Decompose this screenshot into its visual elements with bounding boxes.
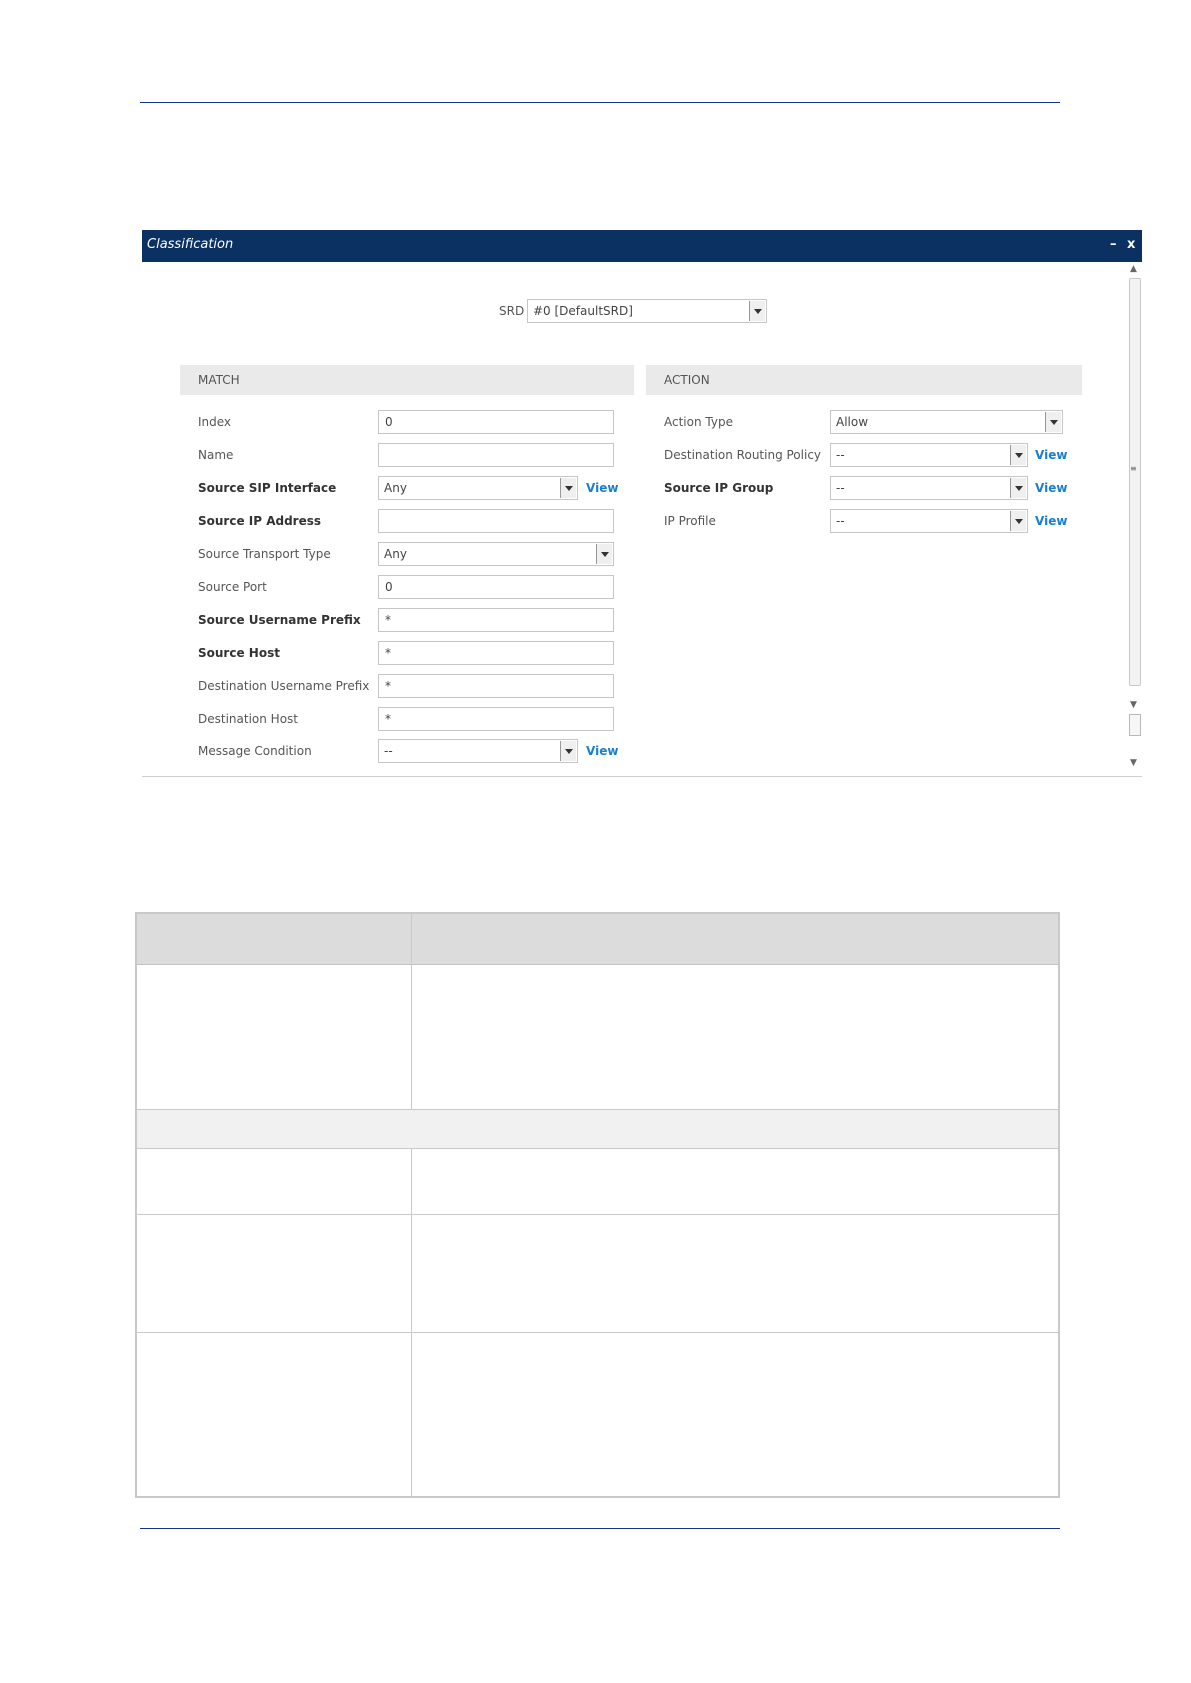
message-condition-value: -- (384, 744, 393, 758)
source-port-field[interactable] (378, 575, 614, 599)
dialog-titlebar: Classification – x (142, 230, 1142, 262)
action-type-select[interactable]: Allow (830, 410, 1063, 434)
source-transport-type-value: Any (384, 547, 407, 561)
destination-username-prefix-field[interactable] (378, 674, 614, 698)
table-header-row (137, 914, 1058, 965)
source-sip-interface-select[interactable]: Any (378, 476, 578, 500)
secondary-scroll-thumb[interactable] (1129, 714, 1141, 736)
footer-rule (140, 1528, 1060, 1529)
header-rule (140, 102, 1060, 103)
destination-routing-policy-value: -- (836, 448, 845, 462)
ip-profile-label: IP Profile (664, 514, 716, 528)
match-header-label: MATCH (198, 373, 240, 387)
destination-routing-policy-view-link[interactable]: View (1035, 448, 1067, 462)
action-section-header: ACTION (646, 365, 1082, 395)
close-button[interactable]: x (1127, 237, 1135, 252)
match-section-header: MATCH (180, 365, 634, 395)
action-type-label: Action Type (664, 415, 733, 429)
description-table (135, 912, 1060, 1498)
source-ip-group-value: -- (836, 481, 845, 495)
source-ip-group-label: Source IP Group (664, 481, 774, 495)
ip-profile-view-link[interactable]: View (1035, 514, 1067, 528)
chevron-down-icon[interactable] (560, 741, 576, 761)
source-ip-address-label: Source IP Address (198, 514, 322, 528)
chevron-down-icon[interactable] (1010, 478, 1026, 498)
destination-routing-policy-select[interactable]: -- (830, 443, 1028, 467)
name-field[interactable] (378, 443, 614, 467)
message-condition-label: Message Condition (198, 744, 312, 758)
source-ip-group-select[interactable]: -- (830, 476, 1028, 500)
table-column-divider (411, 914, 412, 1110)
index-label: Index (198, 415, 232, 429)
classification-dialog: Classification – x SRD #0 [DefaultSRD] M… (142, 230, 1142, 777)
table-row-divider (137, 1214, 1058, 1215)
table-section-row (137, 1110, 1058, 1148)
source-ip-address-field[interactable] (378, 509, 614, 533)
table-column-divider (411, 1148, 412, 1496)
source-username-prefix-field[interactable] (378, 608, 614, 632)
destination-host-label: Destination Host (198, 712, 298, 726)
source-transport-type-label: Source Transport Type (198, 547, 331, 561)
scroll-down-icon[interactable]: ▼ (1130, 700, 1137, 710)
destination-routing-policy-label: Destination Routing Policy (664, 448, 822, 462)
ip-profile-value: -- (836, 514, 845, 528)
message-condition-view-link[interactable]: View (586, 744, 618, 758)
index-field[interactable] (378, 410, 614, 434)
dialog-scrollbar[interactable]: ▲ ≡ ▼ ▼ (1126, 264, 1142, 774)
scroll-down-icon-secondary[interactable]: ▼ (1130, 758, 1137, 768)
source-host-field[interactable] (378, 641, 614, 665)
chevron-down-icon[interactable] (1010, 511, 1026, 531)
message-condition-select[interactable]: -- (378, 739, 578, 763)
action-type-value: Allow (836, 415, 869, 429)
table-row-divider (137, 1332, 1058, 1333)
srd-label: SRD (499, 304, 525, 318)
source-sip-interface-view-link[interactable]: View (586, 481, 618, 495)
chevron-down-icon[interactable] (749, 301, 765, 321)
destination-username-prefix-label: Destination Username Prefix (198, 679, 370, 693)
source-transport-type-select[interactable]: Any (378, 542, 614, 566)
chevron-down-icon[interactable] (1010, 445, 1026, 465)
source-port-label: Source Port (198, 580, 267, 594)
ip-profile-select[interactable]: -- (830, 509, 1028, 533)
dialog-title: Classification (147, 237, 234, 252)
chevron-down-icon[interactable] (1045, 412, 1061, 432)
name-label: Name (198, 448, 234, 462)
scrollbar-thumb[interactable] (1129, 278, 1141, 686)
srd-value: #0 [DefaultSRD] (533, 304, 633, 318)
minimize-button[interactable]: – (1110, 237, 1117, 252)
action-header-label: ACTION (664, 373, 710, 387)
source-username-prefix-label: Source Username Prefix (198, 613, 361, 627)
scroll-up-icon[interactable]: ▲ (1130, 264, 1137, 274)
grip-icon: ≡ (1130, 464, 1137, 473)
destination-host-field[interactable] (378, 707, 614, 731)
table-row-divider (137, 1148, 1058, 1149)
source-sip-interface-value: Any (384, 481, 407, 495)
source-host-label: Source Host (198, 646, 280, 660)
chevron-down-icon[interactable] (560, 478, 576, 498)
chevron-down-icon[interactable] (596, 544, 612, 564)
srd-select[interactable]: #0 [DefaultSRD] (527, 299, 767, 323)
source-ip-group-view-link[interactable]: View (1035, 481, 1067, 495)
source-sip-interface-label: Source SIP Interface (198, 481, 337, 495)
